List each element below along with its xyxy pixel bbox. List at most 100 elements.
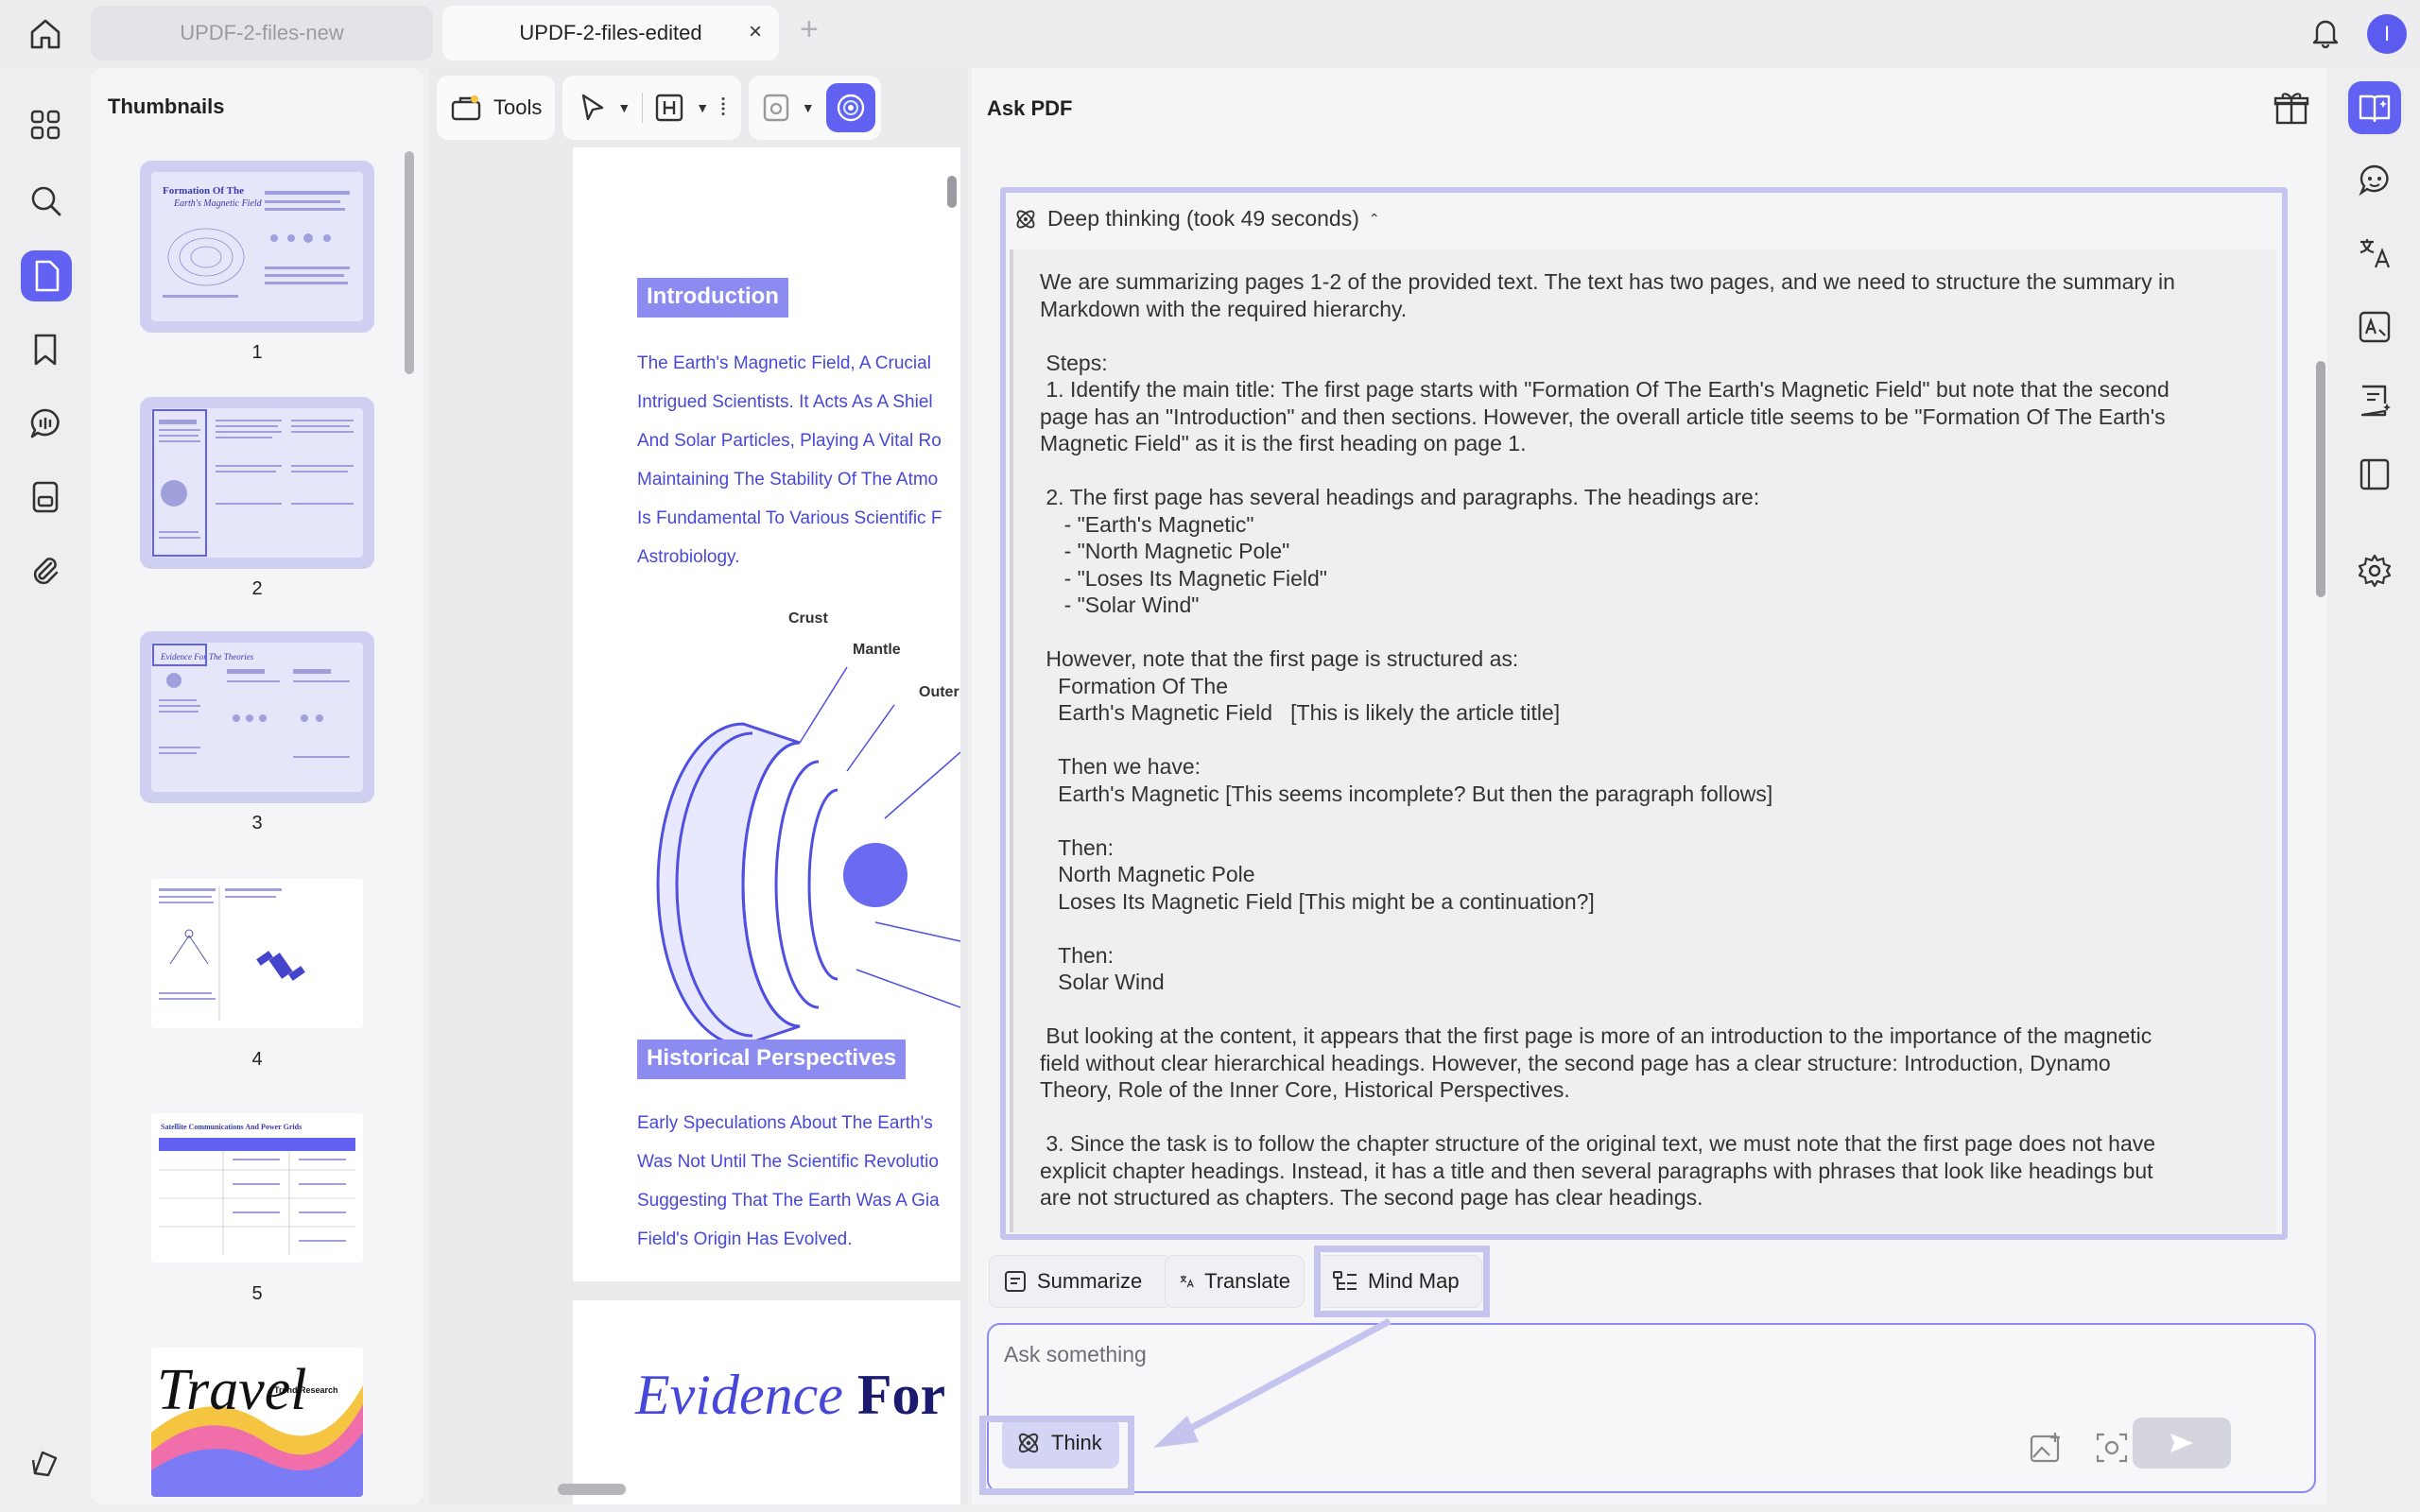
tab-label: UPDF-2-files-edited: [519, 21, 702, 44]
thumbnails-scrollbar[interactable]: [405, 151, 414, 374]
thumbnail-page-2[interactable]: 2: [140, 397, 374, 600]
ask-input-placeholder: Ask something: [1004, 1342, 1147, 1366]
thumbnail-number: 4: [251, 1049, 263, 1070]
book-icon[interactable]: [2354, 454, 2395, 495]
text-box-icon: [656, 94, 683, 122]
chat-ai-icon[interactable]: [2348, 81, 2401, 134]
deep-thinking-label: Deep thinking (took 49 seconds): [1047, 206, 1359, 231]
toolbox-icon: [451, 95, 481, 121]
ai-doc-icon[interactable]: [2354, 380, 2395, 421]
pdf-page-1: Introduction The Earth's Magnetic Field,…: [573, 147, 960, 1281]
save-icon: [763, 94, 789, 122]
thumbnail-page-4[interactable]: 4: [140, 868, 374, 1071]
chevron-up-icon: ⌃: [1368, 211, 1380, 226]
doc-text-line: Is Fundamental To Various Scientific F: [637, 508, 942, 528]
diagram-label-mantle: Mantle: [853, 642, 901, 658]
ai-chat-bubble-icon[interactable]: [2354, 159, 2395, 200]
tools-button[interactable]: Tools: [437, 76, 556, 140]
doc-text-line: Field's Origin Has Evolved.: [637, 1229, 853, 1249]
thumbnails-title: Thumbnails: [108, 94, 225, 118]
bookmark-icon[interactable]: [26, 331, 64, 369]
bell-icon[interactable]: [2308, 15, 2342, 49]
comment-icon[interactable]: [26, 404, 64, 442]
document-scrollbar[interactable]: [947, 176, 957, 208]
tab-updf-2-files-edited[interactable]: UPDF-2-files-edited ×: [442, 6, 779, 60]
deep-thinking-text: We are summarizing pages 1-2 of the prov…: [1010, 249, 2276, 1232]
thumbnail-page-5[interactable]: Satellite Communications And Power Grids…: [140, 1102, 374, 1305]
mind-map-highlight: [1314, 1246, 1490, 1317]
attachment-icon[interactable]: [26, 552, 64, 590]
summarize-button[interactable]: Summarize: [989, 1255, 1172, 1308]
close-tab-icon[interactable]: ×: [749, 19, 762, 45]
send-button[interactable]: [2133, 1418, 2231, 1469]
gift-icon[interactable]: [2273, 89, 2310, 127]
document-horizontal-scrollbar[interactable]: [558, 1484, 626, 1495]
introduction-heading: Introduction: [637, 278, 788, 318]
search-icon[interactable]: [26, 181, 64, 219]
more-tools-icon[interactable]: ⦙: [720, 93, 726, 123]
thumbnail-number: 3: [251, 813, 263, 833]
translate-icon[interactable]: [2354, 232, 2395, 274]
translate-button[interactable]: Translate: [1165, 1255, 1305, 1308]
new-tab-button[interactable]: +: [800, 13, 819, 45]
ask-pdf-title: Ask PDF: [987, 96, 1073, 120]
document-area: Tools ▼ ▼ ⦙ ▼ Introduction The Earth's M…: [429, 68, 968, 1504]
settings-icon[interactable]: [2354, 550, 2395, 592]
chevron-down-icon[interactable]: ▼: [802, 100, 815, 115]
diagram-label-crust: Crust: [788, 610, 828, 627]
thumbnail-page-3[interactable]: Evidence For The Theories 3: [140, 631, 374, 834]
thumbnail-page-6[interactable]: Travel Trend Research: [140, 1336, 374, 1504]
chevron-down-icon[interactable]: ▼: [617, 100, 631, 115]
deep-thinking-block: Deep thinking (took 49 seconds) ⌃ We are…: [1000, 187, 2288, 1240]
page-2-title: Evidence For: [635, 1363, 945, 1428]
page-2-title-bold: For: [856, 1364, 946, 1426]
grid-icon[interactable]: [26, 106, 64, 144]
thumbnail-number: 5: [251, 1283, 263, 1304]
doc-text-line: Intrigued Scientists. It Acts As A Shiel: [637, 392, 933, 412]
doc-text-line: Astrobiology.: [637, 547, 740, 567]
thumbnail-number: 1: [251, 342, 263, 363]
doc-text-line: Was Not Until The Scientific Revolutio: [637, 1152, 939, 1172]
pages-icon[interactable]: [21, 250, 72, 301]
layers-icon[interactable]: [26, 1444, 64, 1482]
diagram-label-outer: Outer: [919, 684, 959, 700]
historical-perspectives-heading: Historical Perspectives: [637, 1040, 907, 1079]
doc-text-line: Suggesting That The Earth Was A Gia: [637, 1191, 940, 1211]
right-rail: [2329, 68, 2420, 1512]
ask-pdf-panel: Ask PDF Deep thinking (took 49 seconds) …: [972, 68, 2327, 1504]
screenshot-icon[interactable]: [2095, 1431, 2129, 1465]
select-tool-group[interactable]: ▼ ▼ ⦙: [562, 76, 741, 140]
stamp-icon[interactable]: [26, 478, 64, 516]
ask-input-box[interactable]: Ask something Think: [987, 1323, 2316, 1493]
avatar[interactable]: I: [2367, 14, 2407, 54]
thumbnail-number: 2: [251, 578, 263, 599]
translate-label: Translate: [1204, 1269, 1290, 1293]
home-icon[interactable]: [26, 15, 64, 53]
summarize-icon: [1005, 1271, 1026, 1292]
deep-thinking-toggle[interactable]: Deep thinking (took 49 seconds) ⌃: [1013, 206, 1380, 232]
doc-text-line: And Solar Particles, Playing A Vital Ro: [637, 431, 942, 451]
tools-label: Tools: [493, 95, 543, 119]
doc-text-line: Early Speculations About The Earth's: [637, 1113, 933, 1133]
translate-icon: [1180, 1275, 1194, 1288]
avatar-initial: I: [2383, 22, 2391, 45]
thumbnails-panel: Thumbnails Formation Of The Earth's Magn…: [91, 68, 424, 1504]
send-icon: [2170, 1434, 2193, 1452]
left-rail: [0, 68, 91, 1512]
summarize-label: Summarize: [1037, 1269, 1143, 1293]
page-2-title-italic: Evidence: [635, 1364, 843, 1426]
chat-scrollbar[interactable]: [2316, 361, 2325, 597]
ai-assistant-button[interactable]: [825, 83, 875, 132]
earth-layers-diagram: [656, 666, 960, 1047]
pointer-icon: [582, 94, 604, 121]
chevron-down-icon[interactable]: ▼: [696, 100, 709, 115]
image-upload-icon[interactable]: [2029, 1431, 2063, 1465]
tab-label: UPDF-2-files-new: [180, 21, 344, 44]
ai-logo-icon: [837, 94, 864, 122]
save-tool-group[interactable]: ▼: [748, 76, 881, 140]
tab-updf-2-files-new[interactable]: UPDF-2-files-new: [91, 6, 433, 60]
ocr-icon[interactable]: [2354, 306, 2395, 348]
thumbnail-page-1[interactable]: Formation Of The Earth's Magnetic Field …: [140, 161, 374, 364]
doc-text-line: The Earth's Magnetic Field, A Crucial: [637, 353, 931, 373]
doc-text-line: Maintaining The Stability Of The Atmo: [637, 470, 939, 490]
